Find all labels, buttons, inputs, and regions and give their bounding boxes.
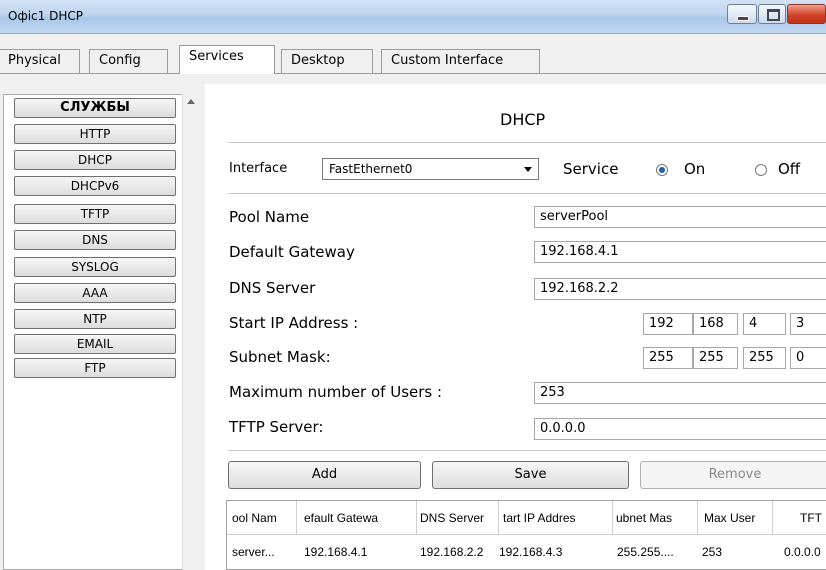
cell-start-ip: 192.168.4.3 — [499, 545, 563, 559]
tab-custom-interface[interactable]: Custom Interface — [381, 49, 540, 73]
service-off-label: Off — [778, 160, 801, 178]
header-divider — [227, 534, 826, 535]
title-bar: Офіс1 DHCP — [0, 0, 826, 34]
divider — [228, 193, 826, 194]
sidebar-item-email[interactable]: EMAIL — [14, 334, 176, 354]
default-gateway-label: Default Gateway — [229, 243, 355, 261]
cell-subnet-mask: 255.255.... — [617, 545, 674, 559]
maximize-icon[interactable] — [758, 4, 786, 24]
tftp-server-field[interactable]: 0.0.0.0 — [534, 418, 826, 440]
column-divider — [498, 501, 499, 534]
column-header-tftp-server[interactable]: TFT — [800, 511, 826, 525]
interface-select-value: FastEthernet0 — [329, 162, 413, 176]
tab-desktop[interactable]: Desktop — [281, 49, 373, 73]
scroll-up-icon[interactable] — [187, 99, 195, 104]
service-on-label: On — [684, 160, 706, 178]
column-divider — [296, 501, 297, 534]
save-button[interactable]: Save — [432, 461, 629, 489]
subnet-mask-octet-1[interactable]: 255 — [643, 347, 693, 369]
page-title: DHCP — [500, 110, 546, 129]
sidebar-item-aaa[interactable]: AAA — [14, 283, 176, 303]
sidebar-item-dhcp[interactable]: DHCP — [14, 150, 176, 170]
tab-services[interactable]: Services — [179, 45, 275, 74]
minimize-icon[interactable] — [727, 4, 757, 24]
add-button[interactable]: Add — [228, 461, 421, 489]
column-divider — [697, 501, 698, 534]
sidebar-item-dhcpv6[interactable]: DHCPv6 — [14, 176, 176, 196]
sidebar-header[interactable]: СЛУЖБЫ — [14, 98, 176, 118]
column-divider — [772, 501, 773, 534]
interface-label: Interface — [229, 161, 288, 176]
pool-name-field[interactable]: serverPool — [534, 206, 826, 228]
subnet-mask-octet-3[interactable]: 255 — [743, 347, 786, 369]
sidebar-item-ntp[interactable]: NTP — [14, 309, 176, 329]
cell-max-users: 253 — [702, 545, 723, 559]
subnet-mask-label: Subnet Mask: — [229, 348, 331, 366]
column-header-pool-name[interactable]: ool Nam — [232, 511, 294, 525]
tab-physical[interactable]: Physical — [0, 49, 80, 73]
service-label: Service — [563, 160, 619, 178]
sidebar-scrollbar[interactable] — [182, 94, 200, 570]
remove-button[interactable]: Remove — [640, 461, 826, 489]
cell-default-gateway: 192.168.4.1 — [304, 545, 368, 559]
window-title: Офіс1 DHCP — [8, 9, 83, 23]
interface-select[interactable]: FastEthernet0 — [322, 158, 539, 180]
tftp-server-label: TFTP Server: — [229, 418, 324, 436]
divider — [228, 450, 826, 451]
service-off-radio[interactable] — [755, 164, 767, 176]
cell-pool-name: server... — [232, 545, 275, 559]
sidebar-item-dns[interactable]: DNS — [14, 230, 176, 250]
tab-config[interactable]: Config — [89, 49, 168, 73]
start-ip-label: Start IP Address : — [229, 314, 359, 332]
sidebar-item-syslog[interactable]: SYSLOG — [14, 257, 176, 277]
pool-name-label: Pool Name — [229, 208, 310, 226]
sidebar-item-tftp[interactable]: TFTP — [14, 204, 176, 224]
dns-server-label: DNS Server — [229, 279, 316, 297]
column-header-dns-server[interactable]: DNS Server — [420, 511, 497, 525]
max-users-field[interactable]: 253 — [534, 382, 826, 404]
column-header-max-users[interactable]: Max User — [704, 511, 771, 525]
sidebar-item-http[interactable]: HTTP — [14, 124, 176, 144]
default-gateway-field[interactable]: 192.168.4.1 — [534, 241, 826, 263]
start-ip-octet-2[interactable]: 168 — [693, 313, 738, 335]
close-icon[interactable] — [787, 4, 826, 24]
subnet-mask-octet-4[interactable]: 0 — [790, 347, 826, 369]
dns-server-field[interactable]: 192.168.2.2 — [534, 278, 826, 300]
max-users-label: Maximum number of Users : — [229, 383, 443, 401]
start-ip-octet-4[interactable]: 3 — [790, 313, 826, 335]
sidebar-item-ftp[interactable]: FTP — [14, 358, 176, 378]
column-divider — [416, 501, 417, 534]
service-on-radio[interactable] — [656, 164, 668, 176]
divider — [228, 142, 826, 143]
cell-dns-server: 192.168.2.2 — [420, 545, 484, 559]
chevron-down-icon — [524, 167, 532, 172]
column-header-start-ip[interactable]: tart IP Addres — [503, 511, 611, 525]
column-header-default-gateway[interactable]: efault Gatewa — [304, 511, 415, 525]
start-ip-octet-1[interactable]: 192 — [643, 313, 693, 335]
start-ip-octet-3[interactable]: 4 — [743, 313, 786, 335]
subnet-mask-octet-2[interactable]: 255 — [693, 347, 738, 369]
column-header-subnet-mask[interactable]: ubnet Mas — [616, 511, 696, 525]
cell-tftp-server: 0.0.0.0 — [784, 545, 821, 559]
column-divider — [612, 501, 613, 534]
